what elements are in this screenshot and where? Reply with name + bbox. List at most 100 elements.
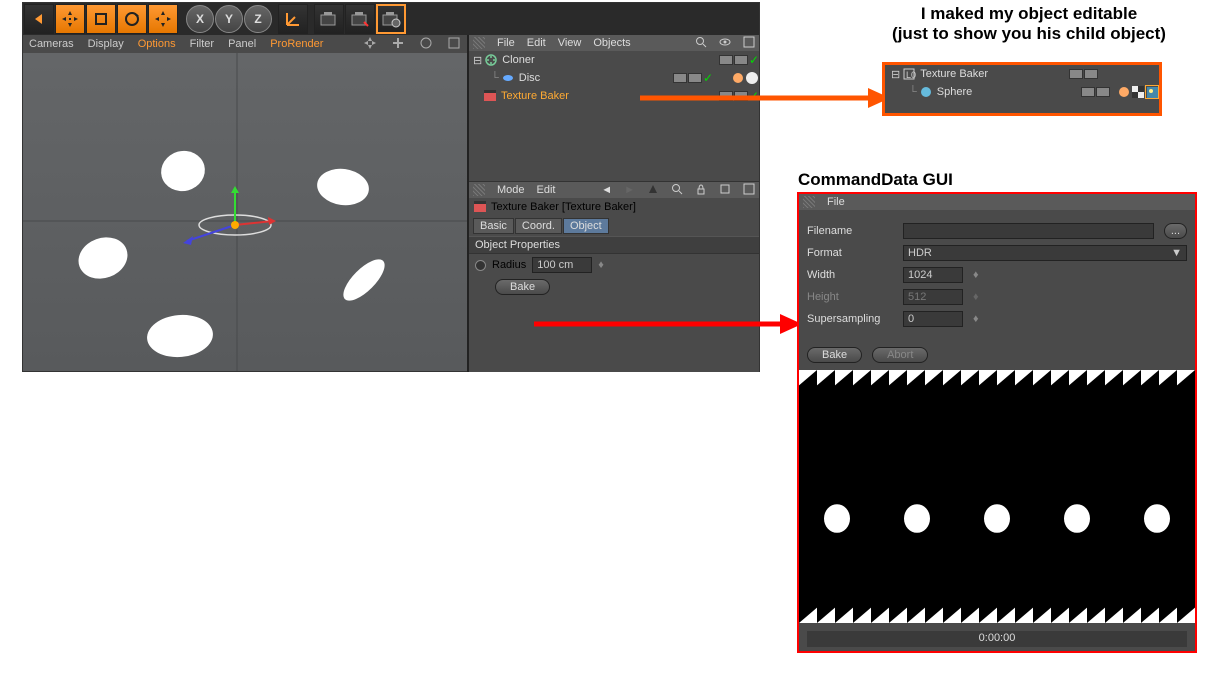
gui-abort-button: Abort — [872, 347, 928, 363]
layer-toggle[interactable] — [1084, 69, 1098, 79]
om-max-icon[interactable] — [743, 36, 755, 51]
viewport-menu: Cameras Display Options Filter Panel Pro… — [23, 35, 467, 53]
grip-icon — [473, 184, 485, 196]
layer-toggle[interactable] — [1096, 87, 1110, 97]
dropdown-value: HDR — [908, 247, 932, 259]
viewport-max-icon[interactable] — [447, 36, 461, 53]
layer-toggle[interactable] — [719, 55, 733, 65]
render-pv-button[interactable] — [345, 4, 375, 34]
om-eye-icon[interactable] — [719, 36, 731, 51]
layer-toggle[interactable] — [1081, 87, 1095, 97]
progress-bar: 0:00:00 — [807, 631, 1187, 647]
menu-display[interactable]: Display — [88, 38, 124, 50]
radius-label: Radius — [492, 259, 526, 271]
anim-dot-icon[interactable] — [475, 260, 486, 271]
tag-icon[interactable] — [1117, 85, 1131, 99]
layer-toggle[interactable] — [688, 73, 702, 83]
tree-row-baker2[interactable]: ⊟ L0 Texture Baker — [885, 65, 1159, 83]
commanddata-gui-panel: File Filename ... Format HDR ▼ Width 102… — [797, 192, 1197, 653]
attrib-menubar: Mode Edit ◄ ► — [469, 182, 759, 198]
nav-up-icon[interactable] — [647, 183, 659, 198]
axis-x-button[interactable]: X — [186, 5, 214, 33]
width-label: Width — [807, 269, 893, 281]
axis-z-button[interactable]: Z — [244, 5, 272, 33]
filename-input[interactable] — [903, 223, 1154, 239]
check-icon[interactable]: ✓ — [703, 71, 713, 85]
new-icon[interactable] — [719, 183, 731, 198]
coord-system-button[interactable] — [278, 4, 308, 34]
annotation-text-2: CommandData GUI — [798, 170, 953, 190]
layer-toggle[interactable] — [673, 73, 687, 83]
menu-options[interactable]: Options — [138, 38, 176, 50]
row-format: Format HDR ▼ — [799, 242, 1195, 264]
annotation-text-1: I maked my object editable (just to show… — [830, 4, 1228, 44]
gui-bake-button[interactable]: Bake — [807, 347, 862, 363]
viewport-zoom-icon[interactable] — [391, 36, 405, 53]
search-icon[interactable] — [671, 183, 683, 198]
viewport-3d[interactable] — [23, 53, 467, 371]
tag-texture-icon[interactable] — [1145, 85, 1159, 99]
tag-uv-icon[interactable] — [1131, 85, 1145, 99]
height-spinner: 512 — [903, 289, 963, 305]
spinner-icon[interactable]: ♦ — [973, 269, 979, 281]
arrow-icon — [640, 86, 890, 110]
spinner-icon[interactable]: ♦ — [598, 259, 604, 271]
menu-filter[interactable]: Filter — [190, 38, 214, 50]
render-view-button[interactable] — [314, 4, 344, 34]
width-spinner[interactable]: 1024 — [903, 267, 963, 283]
viewport-rotate-icon[interactable] — [419, 36, 433, 53]
radius-field[interactable]: 100 cm — [532, 257, 592, 273]
progress-time: 0:00:00 — [979, 632, 1016, 644]
render-settings-button[interactable] — [376, 4, 406, 34]
tab-coord[interactable]: Coord. — [515, 218, 562, 234]
attrib-menu-edit[interactable]: Edit — [537, 184, 556, 196]
tree-row-disc[interactable]: └ Disc ✓ — [469, 69, 759, 87]
tab-basic[interactable]: Basic — [473, 218, 514, 234]
object-tree[interactable]: ⊟ Cloner ✓ └ Disc ✓ — [469, 51, 759, 181]
tool-move[interactable] — [55, 4, 85, 34]
nav-back-icon[interactable]: ◄ — [601, 184, 612, 196]
tree-row-cloner[interactable]: ⊟ Cloner ✓ — [469, 51, 759, 69]
om-menu-view[interactable]: View — [558, 37, 582, 49]
gui-menu-file[interactable]: File — [827, 196, 845, 208]
ss-spinner[interactable]: 0 — [903, 311, 963, 327]
bake-button[interactable]: Bake — [495, 279, 550, 295]
tool-last[interactable] — [148, 4, 178, 34]
tree-row-sphere[interactable]: └ Sphere — [885, 83, 1159, 101]
layer-toggle[interactable] — [734, 55, 748, 65]
om-search-icon[interactable] — [695, 36, 707, 51]
spin-value: 512 — [908, 291, 926, 303]
tool-undo[interactable] — [24, 4, 54, 34]
max-icon[interactable] — [743, 183, 755, 198]
tag-icon[interactable] — [731, 71, 745, 85]
browse-button[interactable]: ... — [1164, 223, 1187, 239]
om-menu-file[interactable]: File — [497, 37, 515, 49]
spinner-icon[interactable]: ♦ — [973, 313, 979, 325]
tool-scale[interactable] — [86, 4, 116, 34]
row-height: Height 512♦ — [799, 286, 1195, 308]
om-menu-objects[interactable]: Objects — [593, 37, 630, 49]
om-menu-edit[interactable]: Edit — [527, 37, 546, 49]
check-icon[interactable]: ✓ — [749, 53, 759, 67]
menu-prorender[interactable]: ProRender — [270, 38, 323, 50]
chevron-down-icon: ▼ — [1171, 247, 1182, 259]
height-label: Height — [807, 291, 893, 303]
row-buttons: Bake Abort — [799, 344, 1195, 366]
menu-panel[interactable]: Panel — [228, 38, 256, 50]
nav-fwd-icon[interactable]: ► — [624, 184, 635, 196]
attrib-title: Texture Baker [Texture Baker] — [491, 201, 636, 213]
row-supersampling: Supersampling 0♦ — [799, 308, 1195, 330]
menu-cameras[interactable]: Cameras — [29, 38, 74, 50]
format-dropdown[interactable]: HDR ▼ — [903, 245, 1187, 261]
tab-object[interactable]: Object — [563, 218, 609, 234]
lock-icon[interactable] — [695, 183, 707, 198]
axis-y-button[interactable]: Y — [215, 5, 243, 33]
tag-sphere-icon[interactable] — [745, 71, 759, 85]
attrib-menu-mode[interactable]: Mode — [497, 184, 525, 196]
layer-toggle[interactable] — [1069, 69, 1083, 79]
tool-rotate[interactable] — [117, 4, 147, 34]
top-toolbar: X Y Z — [23, 3, 759, 35]
row-width: Width 1024 ♦ — [799, 264, 1195, 286]
object-manager-menubar: File Edit View Objects — [469, 35, 759, 51]
viewport-nav-icon[interactable] — [363, 36, 377, 53]
